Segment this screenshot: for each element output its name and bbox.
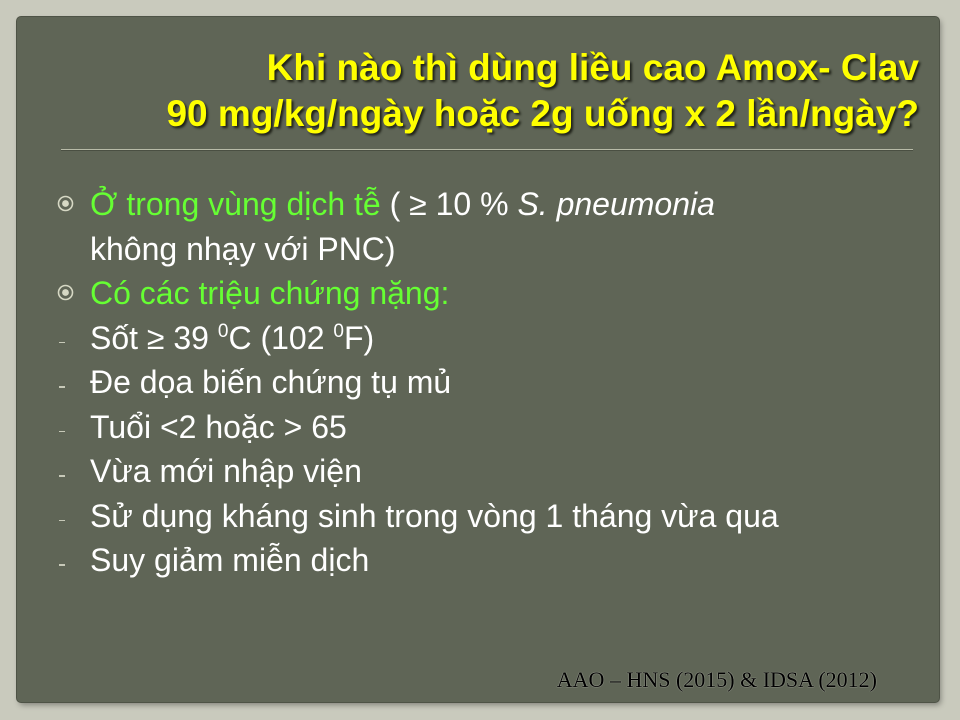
reference-citation: AAO – HNS (2015) & IDSA (2012)	[556, 667, 877, 692]
symptom-item: Tuổi <2 hoặc > 65	[57, 405, 927, 450]
dash-bullet-icon	[59, 475, 65, 477]
symptom-item: Đe dọa biến chứng tụ mủ	[57, 360, 927, 405]
symptom-text: Suy giảm miễn dịch	[90, 542, 370, 578]
symptom-text: F)	[343, 319, 375, 356]
symptom-item-fever: Sốt ≥ 39 0C (102 0F)	[57, 316, 927, 361]
bullet-text: ( ≥ 10 %	[380, 186, 518, 222]
dash-bullet-icon	[59, 519, 65, 521]
symptom-item: Suy giảm miễn dịch	[57, 538, 927, 583]
symptom-text: Đe dọa biến chứng tụ mủ	[90, 364, 452, 400]
bullet-epidemic-zone: Ở trong vùng dịch tễ ( ≥ 10 % S. pneumon…	[57, 182, 927, 227]
dash-bullet-icon	[59, 564, 65, 566]
symptom-text: Sốt ≥ 39	[90, 319, 218, 356]
bullet-text: không nhạy với PNC)	[90, 230, 396, 267]
circled-dot-bullet-icon	[57, 284, 74, 301]
bullet-highlight: Có các triệu chứng nặng:	[90, 275, 450, 311]
bullet-continuation: không nhạy với PNC)	[57, 227, 927, 272]
bullet-severe-symptoms: Có các triệu chứng nặng:	[57, 271, 927, 316]
symptom-item: Sử dụng kháng sinh trong vòng 1 tháng vừ…	[57, 494, 927, 539]
symptom-text: C (102	[228, 319, 334, 356]
degree-superscript: 0	[217, 320, 229, 342]
slide-body: Ở trong vùng dịch tễ ( ≥ 10 % S. pneumon…	[57, 182, 927, 583]
bullet-highlight: Ở trong vùng dịch tễ	[90, 186, 381, 222]
dash-bullet-icon	[59, 386, 65, 388]
circled-dot-bullet-icon	[57, 195, 74, 212]
slide: Khi nào thì dùng liều cao Amox- Clav 90 …	[17, 17, 939, 702]
symptom-text: Tuổi <2 hoặc > 65	[90, 408, 347, 445]
slide-title: Khi nào thì dùng liều cao Amox- Clav 90 …	[39, 45, 919, 137]
degree-superscript: 0	[333, 320, 344, 342]
slide-frame: Khi nào thì dùng liều cao Amox- Clav 90 …	[0, 0, 960, 720]
bullet-italic-text: S. pneumonia	[517, 186, 715, 222]
title-line-2: 90 mg/kg/ngày hoặc 2g uống x 2 lần/ngày?	[166, 93, 919, 134]
symptom-item: Vừa mới nhập viện	[57, 449, 927, 494]
title-divider	[61, 149, 913, 150]
symptom-text: Sử dụng kháng sinh trong vòng 1 tháng vừ…	[90, 497, 779, 534]
dash-bullet-icon	[59, 341, 65, 343]
symptom-text: Vừa mới nhập viện	[90, 453, 362, 489]
dash-bullet-icon	[59, 430, 65, 432]
title-line-1: Khi nào thì dùng liều cao Amox- Clav	[266, 47, 919, 88]
